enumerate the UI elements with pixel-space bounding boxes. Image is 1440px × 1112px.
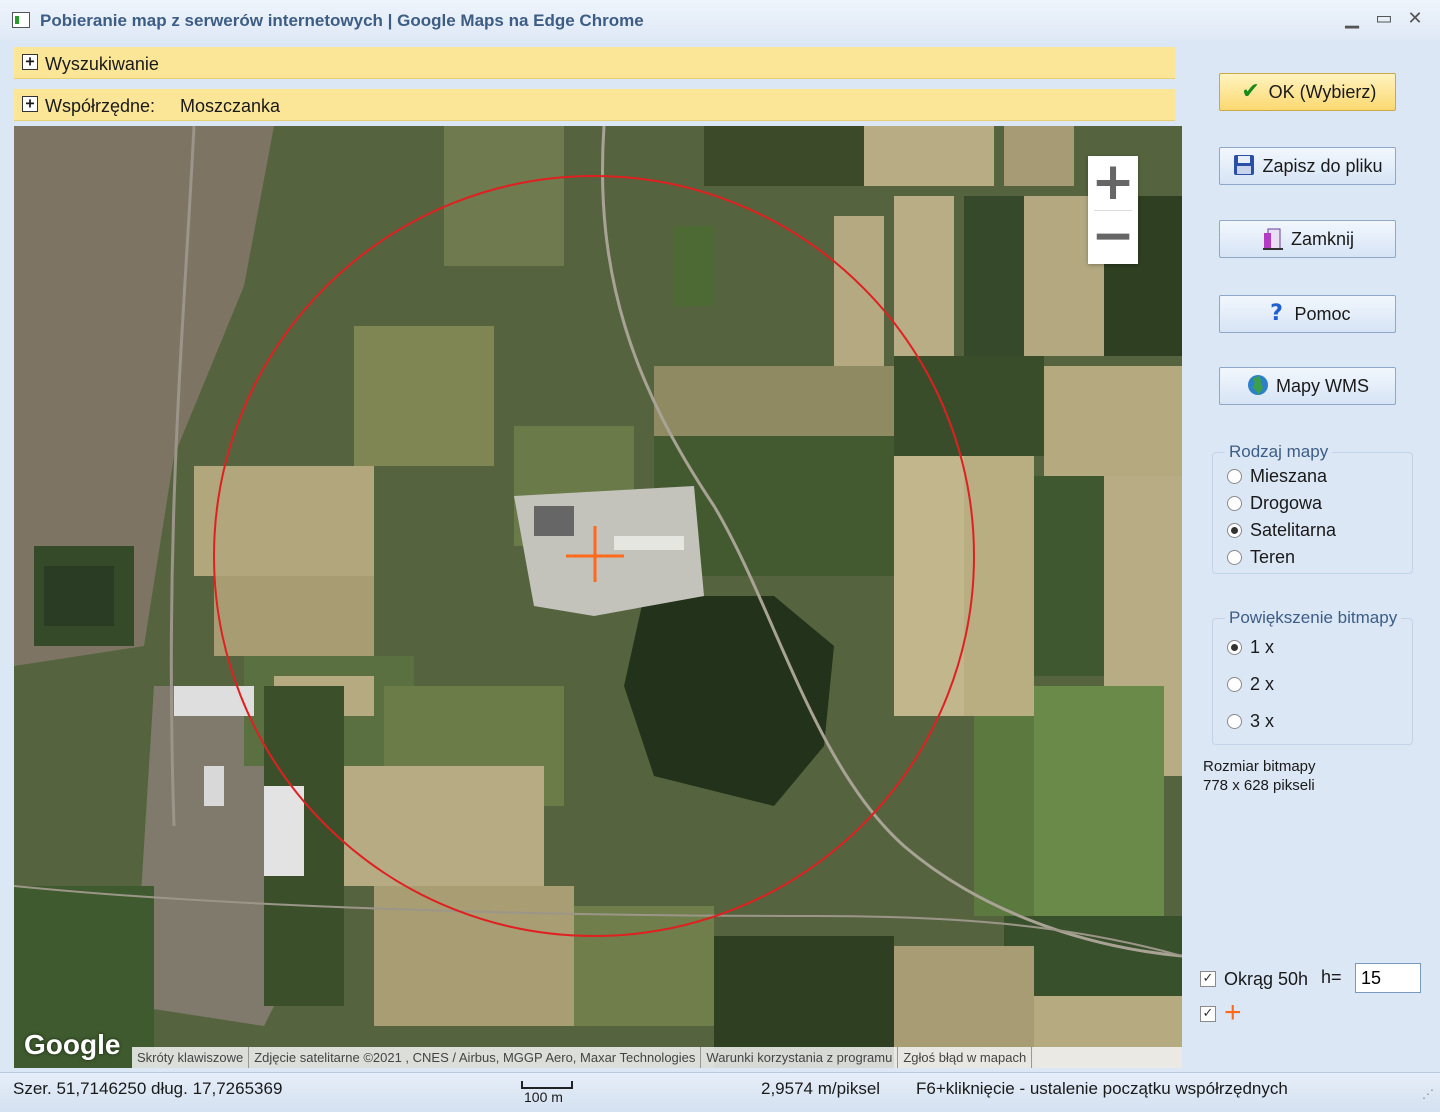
radio-mixed[interactable] [1227, 469, 1242, 484]
expand-coords-icon[interactable]: + [22, 96, 38, 112]
search-panel-label: Wyszukiwanie [45, 54, 159, 74]
map-type-group: Rodzaj mapy Mieszana Drogowa Satelitarna… [1212, 442, 1413, 574]
zoom-3x-label: 3 x [1250, 711, 1275, 731]
google-logo: Google [24, 1029, 121, 1060]
map-type-title: Rodzaj mapy [1225, 442, 1333, 462]
bitmap-zoom-3x[interactable]: 3 x [1227, 711, 1274, 732]
crosshair-checkbox[interactable]: ✓ [1200, 1006, 1216, 1022]
map-type-road-label: Drogowa [1250, 493, 1323, 513]
expand-search-icon[interactable]: + [22, 54, 38, 70]
coords-panel[interactable]: + Współrzędne: Moszczanka [14, 89, 1175, 121]
map-type-satellite[interactable]: Satelitarna [1227, 520, 1336, 541]
radio-terrain[interactable] [1227, 550, 1242, 565]
help-button[interactable]: ? Pomoc [1219, 295, 1396, 333]
status-bar: Szer. 51,7146250 dług. 17,7265369 100 m … [0, 1072, 1440, 1112]
crosshair-icon: + [1224, 996, 1242, 1029]
ok-button[interactable]: ✔ OK (Wybierz) [1219, 73, 1396, 111]
zoom-1x-label: 1 x [1250, 637, 1275, 657]
radio-zoom-1x[interactable] [1227, 640, 1242, 655]
bitmap-zoom-title: Powiększenie bitmapy [1225, 608, 1402, 628]
checkmark-icon: ✔ [1241, 79, 1260, 104]
status-resolution: 2,9574 m/piksel [761, 1079, 881, 1098]
close-button-label: Zamknij [1290, 228, 1354, 249]
map-type-terrain[interactable]: Teren [1227, 547, 1295, 568]
floppy-disk-icon [1232, 154, 1256, 178]
resize-grip-icon[interactable]: ⋰ [1422, 1087, 1434, 1101]
map-type-terrain-label: Teren [1250, 547, 1296, 567]
zoom-in-button[interactable]: + [1088, 156, 1138, 210]
maximize-button[interactable]: ▭ [1370, 6, 1398, 32]
map-type-road[interactable]: Drogowa [1227, 493, 1322, 514]
map-type-mixed[interactable]: Mieszana [1227, 466, 1327, 487]
h-value-input[interactable] [1355, 963, 1421, 993]
map-type-mixed-label: Mieszana [1250, 466, 1328, 486]
h-label: h= [1321, 967, 1342, 987]
wms-maps-button[interactable]: Mapy WMS [1219, 367, 1396, 405]
scale-label: 100 m [524, 1089, 563, 1105]
zoom-out-button[interactable]: − [1088, 210, 1138, 264]
circle-checkbox[interactable]: ✓ [1200, 971, 1216, 987]
radio-road[interactable] [1227, 496, 1242, 511]
radio-satellite[interactable] [1227, 523, 1242, 538]
status-coordinates: Szer. 51,7146250 dług. 17,7265369 [13, 1079, 283, 1098]
window-title: Pobieranie map z serwerów internetowych … [40, 11, 644, 30]
bitmap-size-label: Rozmiar bitmapy [1203, 758, 1316, 775]
map-view[interactable]: + − Google Skróty klawiszowe Zdjęcie sat… [14, 126, 1182, 1068]
coords-panel-value: Moszczanka [180, 96, 281, 116]
search-panel[interactable]: + Wyszukiwanie [14, 47, 1175, 79]
wms-button-label: Mapy WMS [1275, 375, 1369, 396]
save-button-label: Zapisz do pliku [1262, 155, 1383, 176]
map-zoom-control: + − [1088, 156, 1138, 264]
question-mark-icon: ? [1270, 301, 1283, 326]
map-type-satellite-label: Satelitarna [1250, 520, 1337, 540]
save-to-file-button[interactable]: Zapisz do pliku [1219, 147, 1396, 185]
radio-zoom-3x[interactable] [1227, 714, 1242, 729]
app-icon [12, 12, 30, 28]
help-button-label: Pomoc [1294, 303, 1351, 324]
keyboard-shortcuts-link[interactable]: Skróty klawiszowe [132, 1047, 250, 1068]
globe-icon [1246, 374, 1270, 398]
bitmap-zoom-1x[interactable]: 1 x [1227, 637, 1274, 658]
circle-label: Okrąg 50h [1224, 969, 1309, 989]
close-window-button[interactable]: ✕ [1401, 6, 1429, 32]
terms-link[interactable]: Warunki korzystania z programu [701, 1047, 899, 1068]
center-crosshair [566, 526, 624, 582]
status-hint: F6+kliknięcie - ustalenie początku współ… [916, 1079, 1288, 1098]
report-error-link[interactable]: Zgłoś błąd w mapach [898, 1047, 1033, 1068]
map-attribution: Skróty klawiszowe Zdjęcie satelitarne ©2… [132, 1047, 1182, 1068]
radio-zoom-2x[interactable] [1227, 677, 1242, 692]
close-button[interactable]: Zamknij [1219, 220, 1396, 258]
title-bar: Pobieranie map z serwerów internetowych … [0, 0, 1440, 40]
bitmap-zoom-2x[interactable]: 2 x [1227, 674, 1274, 695]
bitmap-size-value: 778 x 628 pikseli [1203, 777, 1315, 794]
imagery-credit: Zdjęcie satelitarne ©2021 , CNES / Airbu… [249, 1047, 702, 1068]
ok-button-label: OK (Wybierz) [1268, 81, 1377, 102]
bitmap-zoom-group: Powiększenie bitmapy 1 x 2 x 3 x [1212, 608, 1413, 745]
scale-bar [521, 1081, 573, 1089]
minimize-button[interactable]: ▁ [1338, 6, 1366, 32]
door-exit-icon [1261, 227, 1285, 251]
coords-panel-label: Współrzędne: [45, 96, 156, 116]
zoom-2x-label: 2 x [1250, 674, 1275, 694]
